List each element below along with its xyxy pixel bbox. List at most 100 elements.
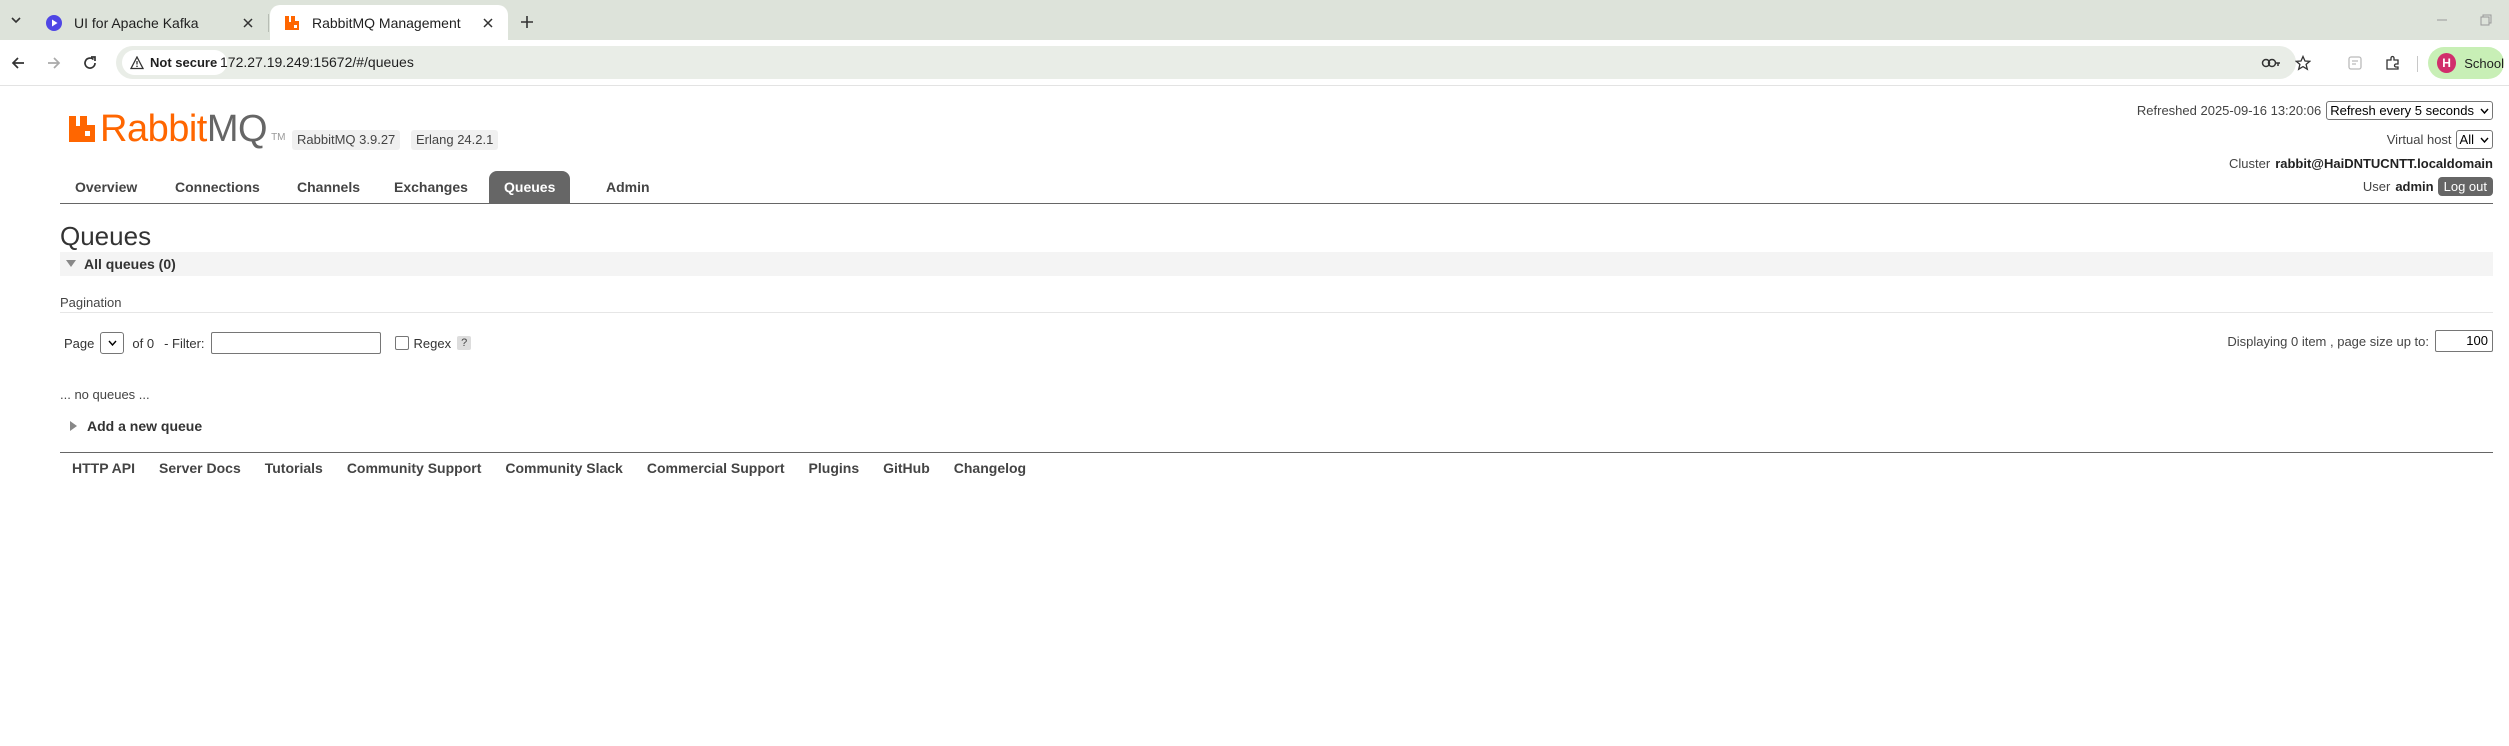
plus-icon: [521, 16, 533, 28]
key-icon: [2261, 58, 2280, 68]
triangle-right-icon: [70, 421, 77, 431]
logo-wordmark: RabbitMQ: [100, 108, 268, 150]
footer-link-github[interactable]: GitHub: [883, 460, 930, 476]
triangle-down-icon: [66, 260, 76, 267]
page-title: Queues: [60, 221, 152, 251]
add-queue-label: Add a new queue: [87, 418, 203, 434]
virtual-host-select[interactable]: All: [2455, 130, 2493, 149]
filter-input[interactable]: [210, 332, 381, 354]
tab-admin[interactable]: Admin: [591, 171, 665, 203]
minimize-button[interactable]: [2430, 8, 2454, 32]
tab-kafka-ui[interactable]: UI for Apache Kafka: [32, 5, 268, 40]
url-text[interactable]: 172.27.19.249:15672/#/queues: [220, 54, 414, 70]
reading-mode-button[interactable]: [2342, 50, 2368, 76]
rabbitmq-version: RabbitMQ 3.9.27: [292, 130, 401, 150]
main-nav: Overview Connections Channels Exchanges …: [60, 171, 2493, 204]
cluster-info: Cluster rabbit@HaiDNTUCNTT.localdomain: [2229, 156, 2493, 171]
minimize-icon: [2437, 19, 2447, 21]
close-icon: [483, 17, 493, 28]
footer-links: HTTP API Server Docs Tutorials Community…: [72, 460, 1050, 476]
refreshed-timestamp: Refreshed 2025-09-16 13:20:06: [2136, 103, 2322, 118]
close-tab-button[interactable]: [478, 13, 498, 33]
tab-divider: [268, 14, 269, 32]
restore-icon: [2480, 14, 2492, 26]
erlang-version: Erlang 24.2.1: [411, 130, 499, 150]
browser-tab-strip: UI for Apache Kafka RabbitMQ Management: [0, 0, 2509, 40]
profile-button[interactable]: H School: [2428, 47, 2504, 79]
footer-link-commercial-support[interactable]: Commercial Support: [647, 460, 785, 476]
tab-exchanges[interactable]: Exchanges: [379, 171, 483, 203]
filter-label: - Filter:: [164, 335, 205, 351]
address-bar[interactable]: Not secure 172.27.19.249:15672/#/queues: [116, 46, 2311, 79]
empty-queues-message: ... no queues ...: [60, 387, 150, 402]
arrow-left-icon: [11, 57, 24, 69]
add-queue-toggle[interactable]: Add a new queue: [70, 418, 202, 434]
rabbitmq-icon: [285, 15, 299, 30]
tab-search-button[interactable]: [4, 7, 28, 33]
tab-queues[interactable]: Queues: [489, 171, 571, 203]
tab-title: UI for Apache Kafka: [74, 14, 199, 31]
chevron-down-icon: [11, 17, 21, 24]
avatar: H: [2437, 53, 2457, 73]
chevron-down-icon: [108, 340, 117, 346]
pagination-divider: [60, 312, 2493, 313]
new-tab-button[interactable]: [514, 9, 540, 35]
toolbar-divider: [2417, 56, 2418, 72]
regex-checkbox[interactable]: [394, 336, 409, 350]
all-queues-section-toggle[interactable]: All queues (0): [60, 252, 2493, 276]
back-button[interactable]: [4, 49, 32, 77]
chevron-down-icon: [2480, 108, 2489, 114]
kafka-ui-icon: [46, 14, 62, 31]
tab-channels[interactable]: Channels: [282, 171, 375, 203]
footer-link-community-support[interactable]: Community Support: [347, 460, 482, 476]
cluster-label: Cluster: [2229, 156, 2271, 171]
reload-button[interactable]: [76, 49, 104, 77]
footer-link-plugins[interactable]: Plugins: [809, 460, 860, 476]
pagination-title: Pagination: [60, 295, 122, 310]
security-label: Not secure: [150, 55, 218, 70]
reload-icon: [84, 56, 96, 69]
tab-connections[interactable]: Connections: [160, 171, 275, 203]
rabbitmq-logo[interactable]: RabbitMQ TM: [68, 110, 286, 148]
footer-link-server-docs[interactable]: Server Docs: [159, 460, 241, 476]
page-size-control: Displaying 0 item , page size up to: 100: [2227, 330, 2493, 352]
reading-list-icon: [2348, 56, 2362, 70]
chevron-down-icon: [2480, 137, 2489, 143]
close-icon: [243, 17, 253, 28]
virtual-host-row: Virtual host All: [2387, 130, 2493, 149]
close-tab-button[interactable]: [238, 13, 258, 33]
footer-link-changelog[interactable]: Changelog: [954, 460, 1026, 476]
virtual-host-label: Virtual host: [2386, 132, 2452, 147]
star-icon: [2295, 55, 2311, 71]
logo-trademark: TM: [271, 131, 286, 143]
bookmark-button[interactable]: [2292, 52, 2314, 74]
page-select[interactable]: [100, 332, 125, 354]
tab-title: RabbitMQ Management: [312, 14, 461, 31]
security-chip[interactable]: Not secure: [122, 50, 228, 75]
cluster-name: rabbit@HaiDNTUCNTT.localdomain: [2275, 156, 2493, 171]
password-key-button[interactable]: [2260, 52, 2282, 74]
tab-rabbitmq-management[interactable]: RabbitMQ Management: [270, 5, 508, 40]
page-size-input[interactable]: 100: [2435, 330, 2493, 352]
restore-button[interactable]: [2474, 8, 2498, 32]
refresh-info: Refreshed 2025-09-16 13:20:06 Refresh ev…: [2137, 101, 2493, 120]
pagination-controls: Page of 0 - Filter: Regex ?: [64, 332, 472, 354]
puzzle-icon: [2386, 55, 2399, 70]
regex-help-button[interactable]: ?: [457, 336, 472, 350]
section-label: All queues (0): [84, 256, 176, 272]
forward-button[interactable]: [40, 49, 68, 77]
footer-divider: [60, 452, 2493, 453]
footer-link-http-api[interactable]: HTTP API: [72, 460, 135, 476]
warning-icon: [130, 55, 144, 69]
refresh-interval-select[interactable]: Refresh every 5 seconds: [2326, 101, 2493, 120]
extensions-button[interactable]: [2380, 50, 2406, 76]
rabbitmq-logo-icon: [69, 116, 95, 142]
browser-toolbar: Not secure 172.27.19.249:15672/#/queues …: [0, 40, 2509, 86]
regex-label: Regex: [413, 335, 452, 351]
footer-link-community-slack[interactable]: Community Slack: [505, 460, 622, 476]
tab-overview[interactable]: Overview: [60, 171, 152, 203]
page-label: Page: [64, 335, 95, 351]
profile-name: School: [2464, 55, 2504, 71]
footer-link-tutorials[interactable]: Tutorials: [265, 460, 323, 476]
arrow-right-icon: [48, 57, 61, 69]
